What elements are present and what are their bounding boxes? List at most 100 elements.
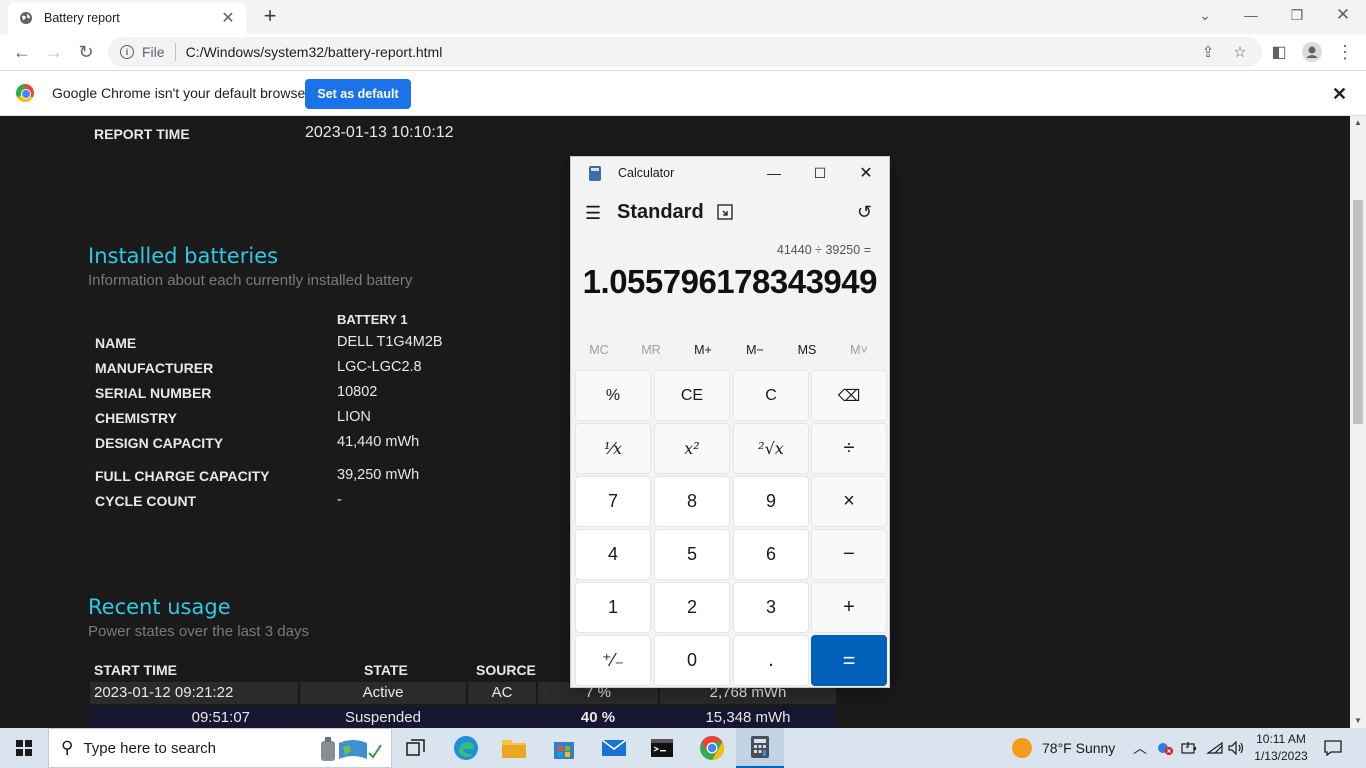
forward-icon[interactable]: → [38,34,70,70]
digit-7-button[interactable]: 7 [575,476,651,527]
memory-recall-button[interactable]: MR [631,343,671,357]
memory-clear-button[interactable]: MC [579,343,619,357]
weather-text: 78°F Sunny [1042,740,1116,756]
digit-9-button[interactable]: 9 [733,476,809,527]
digit-5-button[interactable]: 5 [654,529,730,580]
calc-maximize-button[interactable]: ☐ [797,157,843,189]
clear-button[interactable]: C [733,370,809,421]
chrome-taskbar-icon[interactable] [688,728,736,768]
mail-icon[interactable] [590,728,638,768]
back-icon[interactable]: ← [6,34,38,70]
reciprocal-button[interactable]: ¹⁄x [575,423,651,474]
scroll-down-icon[interactable]: ▼ [1350,714,1366,728]
calculator-taskbar-icon[interactable] [736,728,784,768]
search-highlight-icon[interactable] [319,735,383,767]
backspace-button[interactable]: ⌫ [811,370,887,421]
tab-close-icon[interactable]: ✕ [220,8,236,28]
notifications-icon[interactable] [1324,728,1342,768]
url-text[interactable]: C:/Windows/system32/battery-report.html [186,44,443,60]
microsoft-store-icon[interactable] [540,728,588,768]
multiply-button[interactable]: × [811,476,887,527]
history-icon[interactable]: ↺ [857,202,872,223]
info-icon[interactable]: i [120,45,134,59]
taskbar-search-box[interactable]: ⚲ Type here to search [48,728,392,768]
memory-add-button[interactable]: M+ [683,343,723,357]
share-icon[interactable]: ⇪ [1196,37,1220,67]
subtract-button[interactable]: − [811,529,887,580]
tab-search-icon[interactable]: ⌄ [1182,0,1228,30]
digit-2-button[interactable]: 2 [654,582,730,633]
table-row: 09:51:07 Suspended 40 % 15,348 mWh [90,707,838,728]
digit-3-button[interactable]: 3 [733,582,809,633]
clear-entry-button[interactable]: CE [654,370,730,421]
equals-button[interactable]: = [811,635,887,686]
network-status-icon[interactable] [1156,728,1174,768]
usage-percent: 40 % [538,707,658,728]
terminal-icon[interactable] [638,728,686,768]
start-button[interactable] [0,728,48,768]
digit-0-button[interactable]: 0 [654,635,730,686]
menu-dots-icon[interactable]: ⋮ [1329,34,1361,70]
battery-row-value: 39,250 mWh [337,467,420,483]
battery-row-value: LION [337,409,371,425]
digit-6-button[interactable]: 6 [733,529,809,580]
report-time-label: REPORT TIME [94,126,190,142]
page-scrollbar[interactable]: ▲ ▼ [1350,116,1366,728]
memory-store-button[interactable]: MS [787,343,827,357]
minimize-button[interactable]: — [1228,0,1274,30]
calc-close-button[interactable]: ✕ [843,157,889,189]
windows-logo-icon [16,740,32,756]
recent-usage-subtitle: Power states over the last 3 days [88,623,309,640]
battery-row-label: CYCLE COUNT [95,493,197,509]
keep-on-top-icon[interactable] [717,204,733,220]
infobar-close-icon[interactable]: ✕ [1332,84,1347,105]
usage-header-state: STATE [364,662,408,678]
negate-button[interactable]: ⁺⁄₋ [575,635,651,686]
usage-source: AC [468,682,536,704]
usage-start: 09:51:07 [90,707,298,728]
digit-8-button[interactable]: 8 [654,476,730,527]
square-root-button[interactable]: ²√x [733,423,809,474]
browser-tab[interactable]: Battery report ✕ [8,2,246,34]
calc-result: 1.055796178343949 [582,263,878,300]
clock-time: 10:11 AM [1256,732,1306,746]
calculator-mode-title: Standard [617,201,704,223]
system-clock[interactable]: 10:11 AM 1/13/2023 [1250,731,1312,765]
search-placeholder: Type here to search [83,739,217,757]
add-button[interactable]: + [811,582,887,633]
wifi-icon[interactable] [1206,728,1224,768]
digit-1-button[interactable]: 1 [575,582,651,633]
memory-list-button[interactable]: M˅ [839,343,879,357]
address-bar[interactable]: i File C:/Windows/system32/battery-repor… [108,37,1262,67]
close-window-button[interactable]: ✕ [1320,0,1366,30]
memory-subtract-button[interactable]: M− [735,343,775,357]
battery-charging-icon[interactable] [1181,728,1199,768]
file-explorer-icon[interactable] [490,728,538,768]
side-panel-icon[interactable]: ◧ [1263,34,1295,70]
new-tab-button[interactable]: + [258,4,282,28]
calculator-app-icon [589,166,601,181]
set-as-default-button[interactable]: Set as default [305,79,411,109]
profile-icon[interactable] [1296,34,1328,70]
digit-4-button[interactable]: 4 [575,529,651,580]
battery-row-value: 10802 [337,384,378,400]
divide-button[interactable]: ÷ [811,423,887,474]
calc-minimize-button[interactable]: — [751,157,797,189]
weather-widget[interactable]: 78°F Sunny [1012,728,1115,768]
reload-icon[interactable]: ↻ [70,34,102,70]
scroll-up-icon[interactable]: ▲ [1350,116,1366,130]
edge-icon[interactable] [442,728,490,768]
volume-icon[interactable] [1228,728,1246,768]
square-button[interactable]: x² [654,423,730,474]
bookmark-star-icon[interactable]: ☆ [1228,37,1252,67]
restore-button[interactable]: ❐ [1274,0,1320,30]
hamburger-menu-icon[interactable]: ☰ [585,203,601,224]
battery-row-label: CHEMISTRY [95,410,177,426]
percent-button[interactable]: % [575,370,651,421]
battery-row-label: FULL CHARGE CAPACITY [95,468,270,484]
show-hidden-icons-chevron-up-icon[interactable]: ︿ [1133,728,1147,768]
task-view-icon[interactable] [392,728,440,768]
decimal-button[interactable]: . [733,635,809,686]
usage-state: Suspended [300,707,466,728]
scrollbar-thumb[interactable] [1353,200,1363,424]
